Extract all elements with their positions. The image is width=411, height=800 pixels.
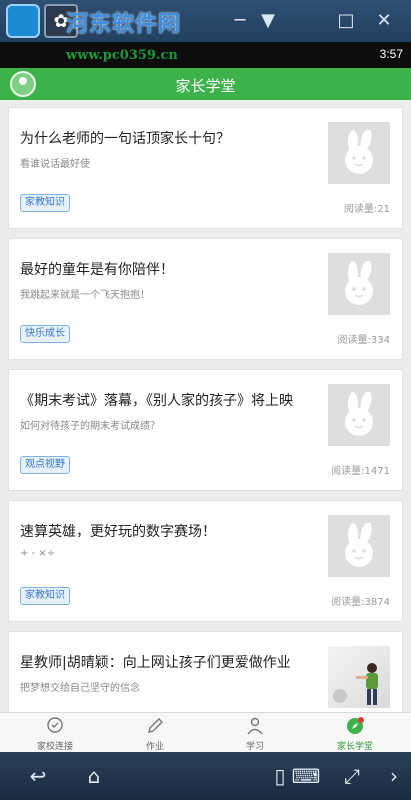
article-card[interactable]: 速算英雄，更好玩的数字赛场！ + - ×÷ 家教知识 阅读量:3874: [8, 500, 403, 622]
article-thumbnail: [328, 384, 390, 446]
article-feed[interactable]: 为什么老师的一句话顶家长十句？ 看谁说话最好使 家教知识 阅读量:21 最好的童…: [0, 100, 411, 712]
home-icon[interactable]: ⌂: [78, 762, 110, 790]
chevron-right-icon[interactable]: ›: [378, 762, 410, 790]
article-thumbnail: [328, 253, 390, 315]
tab-label: 家校连接: [36, 742, 73, 752]
fullscreen-icon[interactable]: ⤢: [336, 762, 368, 790]
article-title: 《期末考试》落幕，《别人家的孩子》将上映: [20, 393, 293, 409]
article-tag[interactable]: 快乐成长: [20, 325, 70, 343]
article-title: 星教师|胡晴颖：向上网让孩子们更爱做作业: [20, 655, 291, 671]
article-photo: [328, 646, 390, 708]
article-subtitle: 如何对待孩子的期末考试成绩？: [20, 421, 160, 432]
watermark-title: 河东软件网: [66, 11, 182, 37]
read-count: 阅读量:21: [343, 204, 390, 215]
read-count: 阅读量:334: [337, 335, 390, 346]
article-tag[interactable]: 家教知识: [20, 194, 70, 212]
article-tag[interactable]: 家教知识: [20, 587, 70, 605]
tab-label: 学习: [245, 742, 264, 752]
person-icon: [247, 717, 263, 735]
status-time: 3:57: [379, 47, 403, 61]
tab-homework[interactable]: 作业: [105, 713, 205, 753]
article-title: 速算英雄，更好玩的数字赛场！: [20, 524, 216, 540]
app-header: 家长学堂: [0, 68, 411, 100]
emulator-nav-bar: ↩ ⌂ ▯ ⌨ ⤢ ›: [0, 752, 411, 800]
page-title: 家长学堂: [175, 77, 236, 95]
article-subtitle: 看谁说话最好使: [20, 159, 90, 170]
status-bar: 3:57: [0, 42, 411, 68]
teacher-photo-icon: [333, 663, 378, 705]
maximize-button[interactable]: □: [334, 9, 358, 33]
minimize-button[interactable]: ─: [228, 9, 252, 33]
article-subtitle: + - ×÷: [20, 548, 56, 559]
article-thumbnail: [328, 122, 390, 184]
article-title: 为什么老师的一句话顶家长十句？: [20, 131, 230, 147]
bunny-placeholder-icon: [345, 392, 373, 436]
bunny-placeholder-icon: [345, 523, 373, 567]
tab-home-school[interactable]: 家校连接: [5, 713, 105, 753]
emulator-logo-icon: [6, 4, 40, 38]
bottom-nav: 家校连接 作业 学习 家长学堂: [0, 712, 411, 752]
article-subtitle: 把梦想交给自己坚守的信念: [20, 683, 140, 694]
read-count: 阅读量:3874: [331, 597, 390, 608]
watermark-url: www.pc0359.cn: [66, 48, 178, 63]
bunny-placeholder-icon: [345, 261, 373, 305]
article-card[interactable]: 《期末考试》落幕，《别人家的孩子》将上映 如何对待孩子的期末考试成绩？ 观点视野…: [8, 369, 403, 491]
compass-icon: [347, 717, 364, 734]
article-title: 最好的童年是有你陪伴！: [20, 262, 174, 278]
close-button[interactable]: ✕: [372, 9, 396, 33]
tab-label: 家长学堂: [336, 742, 373, 752]
article-subtitle: 我跳起来就是一个飞天抱抱！: [20, 290, 150, 301]
tab-study[interactable]: 学习: [205, 713, 305, 753]
tab-label: 作业: [145, 742, 164, 752]
article-tag[interactable]: 观点视野: [20, 456, 70, 474]
bunny-placeholder-icon: [345, 130, 373, 174]
pencil-icon: [148, 718, 163, 733]
back-icon[interactable]: ↩: [22, 762, 54, 790]
tab-parent-school[interactable]: 家长学堂: [305, 713, 405, 753]
emulator-title-bar: ✿ 河东软件网 ─ ▼ □ ✕: [0, 0, 411, 42]
article-thumbnail: [328, 515, 390, 577]
article-card[interactable]: 为什么老师的一句话顶家长十句？ 看谁说话最好使 家教知识 阅读量:21: [8, 107, 403, 229]
article-card[interactable]: 星教师|胡晴颖：向上网让孩子们更爱做作业 把梦想交给自己坚守的信念: [8, 631, 403, 712]
read-count: 阅读量:1471: [331, 466, 390, 477]
article-card[interactable]: 最好的童年是有你陪伴！ 我跳起来就是一个飞天抱抱！ 快乐成长 阅读量:334: [8, 238, 403, 360]
dropdown-button[interactable]: ▼: [256, 9, 280, 33]
chat-icon: [47, 717, 63, 733]
keyboard-icon[interactable]: ⌨: [290, 762, 322, 790]
